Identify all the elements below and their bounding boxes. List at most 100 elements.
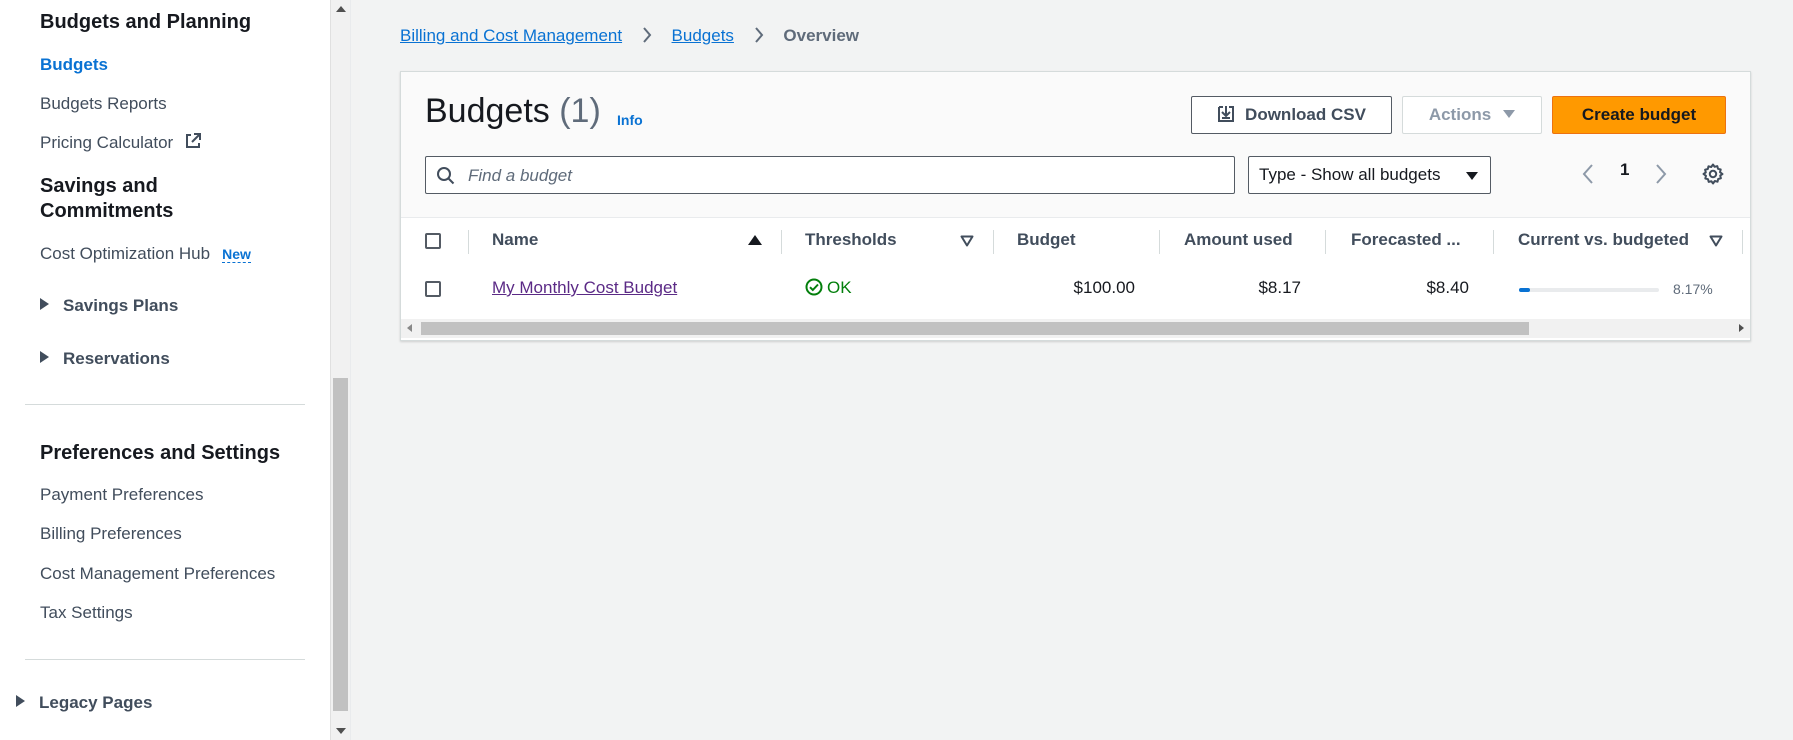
caret-right-icon: [16, 695, 25, 707]
preferences-button[interactable]: [1701, 162, 1725, 191]
scroll-up-arrow-icon[interactable]: [336, 6, 346, 12]
download-csv-label: Download CSV: [1245, 105, 1366, 124]
column-divider: [1742, 230, 1743, 254]
progress-bar-fill: [1519, 288, 1531, 292]
column-divider: [1325, 230, 1326, 254]
amount-used: $8.17: [1258, 278, 1301, 297]
info-link[interactable]: Info: [617, 112, 643, 128]
scrollbar-thumb[interactable]: [333, 378, 348, 711]
table-header: Name Thresholds Budget Amount used Forec…: [401, 217, 1750, 267]
current-vs-budgeted-progress-bar: [1519, 288, 1659, 292]
sort-ascending-icon[interactable]: [748, 235, 762, 245]
scrollbar-thumb[interactable]: [421, 322, 1529, 335]
column-header-current-vs-budgeted[interactable]: Current vs. budgeted: [1518, 230, 1689, 250]
nav-item-tax-settings[interactable]: Tax Settings: [40, 602, 133, 624]
scroll-left-arrow-icon[interactable]: [407, 324, 412, 332]
column-header-budget[interactable]: Budget: [1017, 230, 1076, 250]
column-divider: [1159, 230, 1160, 254]
scroll-right-arrow-icon[interactable]: [1739, 324, 1744, 332]
nav-expander-reservations[interactable]: Reservations: [40, 348, 170, 370]
chevron-right-icon: [753, 26, 765, 51]
column-header-thresholds[interactable]: Thresholds: [805, 230, 897, 250]
budget-amount: $100.00: [1073, 278, 1135, 297]
current-vs-budgeted-percent: 8.17%: [1673, 281, 1713, 297]
section-heading-savings-line1: Savings and: [40, 175, 158, 197]
sidebar-divider: [25, 404, 305, 405]
content-divider: [350, 0, 351, 740]
nav-expander-legacy-pages-label: Legacy Pages: [39, 693, 153, 712]
caret-right-icon: [40, 298, 49, 310]
column-divider: [1493, 230, 1494, 254]
section-heading-budgets-and-planning: Budgets and Planning: [40, 11, 252, 33]
breadcrumb-overview: Overview: [783, 26, 860, 45]
nav-expander-savings-plans[interactable]: Savings Plans: [40, 295, 178, 317]
column-header-forecasted[interactable]: Forecasted ...: [1351, 230, 1461, 250]
new-badge: New: [222, 246, 251, 263]
sidebar-divider: [25, 659, 305, 660]
nav-expander-savings-plans-label: Savings Plans: [63, 296, 179, 315]
caret-right-icon: [40, 351, 49, 363]
side-navigation: Budgets and Planning Budgets Budgets Rep…: [0, 0, 330, 740]
budget-name-text: My Monthly Cost Budget: [492, 278, 678, 297]
create-budget-button[interactable]: Create budget: [1552, 96, 1726, 134]
sort-descending-icon[interactable]: [1709, 235, 1723, 247]
table-horizontal-scrollbar[interactable]: [401, 319, 1750, 338]
breadcrumb-billing-and-cost-management[interactable]: Billing and Cost Management: [400, 26, 622, 45]
section-heading-preferences-and-settings: Preferences and Settings: [40, 442, 281, 464]
page-title: Budgets (1): [425, 92, 601, 131]
external-link-icon: [184, 132, 202, 156]
panel-header: Budgets (1) Info Download CSV Actions Cr…: [401, 72, 1750, 217]
budgets-table-container: Budgets (1) Info Download CSV Actions Cr…: [400, 71, 1751, 341]
row-checkbox[interactable]: [425, 281, 441, 297]
column-divider: [993, 230, 994, 254]
select-all-checkbox[interactable]: [425, 233, 441, 249]
threshold-status: OK: [805, 278, 852, 298]
column-header-name[interactable]: Name: [492, 230, 538, 250]
nav-item-budgets[interactable]: Budgets: [40, 54, 108, 76]
pagination-next-button[interactable]: [1654, 163, 1668, 190]
search-field[interactable]: [425, 156, 1235, 194]
search-icon: [437, 167, 455, 185]
nav-expander-reservations-label: Reservations: [63, 349, 170, 368]
gear-icon: [1702, 163, 1724, 185]
threshold-status-text: OK: [827, 278, 852, 297]
nav-item-cost-management-preferences[interactable]: Cost Management Preferences: [40, 563, 275, 585]
chevron-left-icon: [1582, 164, 1593, 184]
breadcrumb: Billing and Cost Management Budgets Over…: [400, 24, 859, 51]
section-heading-savings-and-commitments: Savings and Commitments: [40, 174, 173, 224]
sort-descending-icon[interactable]: [960, 235, 974, 247]
budget-name-link[interactable]: My Monthly Cost Budget: [492, 278, 677, 298]
nav-item-budgets-reports[interactable]: Budgets Reports: [40, 93, 167, 115]
chevron-right-icon: [1656, 164, 1667, 184]
pagination-previous-button[interactable]: [1581, 163, 1595, 190]
column-header-amount-used[interactable]: Amount used: [1184, 230, 1293, 250]
column-divider: [468, 230, 469, 254]
breadcrumb-budgets[interactable]: Budgets: [672, 26, 734, 45]
actions-label: Actions: [1428, 105, 1492, 124]
download-icon: [1218, 106, 1235, 122]
nav-item-pricing-calculator-label: Pricing Calculator: [40, 133, 174, 152]
actions-dropdown-button[interactable]: Actions: [1402, 96, 1542, 134]
section-heading-savings-line2: Commitments: [40, 200, 174, 222]
page-title-text: Budgets: [425, 92, 550, 130]
chevron-right-icon: [641, 26, 653, 51]
column-divider: [781, 230, 782, 254]
search-input[interactable]: [466, 163, 1210, 189]
caret-down-icon: [1466, 172, 1478, 180]
nav-item-cost-optimization-hub-label: Cost Optimization Hub: [40, 244, 211, 263]
nav-item-billing-preferences[interactable]: Billing Preferences: [40, 523, 182, 545]
nav-item-cost-optimization-hub[interactable]: Cost Optimization Hub New: [40, 243, 251, 265]
nav-item-payment-preferences[interactable]: Payment Preferences: [40, 484, 203, 506]
download-csv-button[interactable]: Download CSV: [1191, 96, 1392, 134]
table-row: My Monthly Cost Budget OK $100.00 $8.17 …: [401, 265, 1750, 313]
forecasted-amount: $8.40: [1426, 278, 1469, 297]
type-filter-value: Type - Show all budgets: [1259, 165, 1441, 184]
nav-expander-legacy-pages[interactable]: Legacy Pages: [16, 692, 152, 714]
sidebar-scrollbar[interactable]: [330, 0, 351, 740]
nav-item-pricing-calculator[interactable]: Pricing Calculator: [40, 132, 202, 156]
scroll-down-arrow-icon[interactable]: [336, 728, 346, 734]
budget-count: (1): [559, 92, 601, 130]
status-ok-icon: [805, 278, 823, 296]
type-filter-select[interactable]: Type - Show all budgets: [1248, 156, 1491, 194]
pagination-page-1[interactable]: 1: [1620, 160, 1629, 180]
